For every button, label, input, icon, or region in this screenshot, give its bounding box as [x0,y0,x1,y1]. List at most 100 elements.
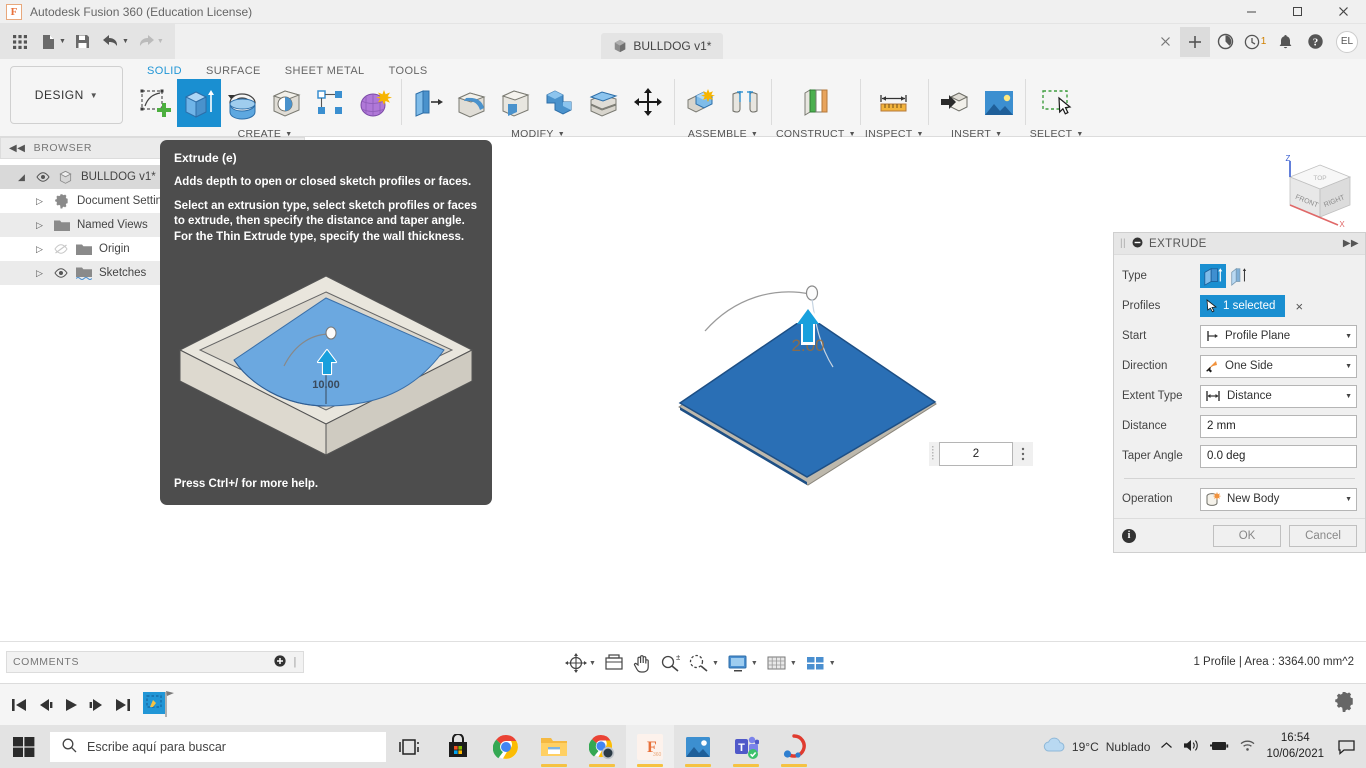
revolve-tool[interactable] [221,79,265,127]
redo-caret-icon[interactable]: ▼ [157,38,164,45]
expand-arrow-icon[interactable]: ▷ [36,244,48,255]
chevron-down-icon[interactable]: ▼ [790,660,797,667]
microsoft-teams-icon[interactable]: T [722,725,770,768]
tab-tools[interactable]: TOOLS [379,59,442,81]
minus-circle-icon[interactable] [1132,237,1143,251]
tab-solid[interactable]: SOLID [137,59,196,81]
google-chrome-icon[interactable] [482,725,530,768]
pan-hand-icon[interactable] [632,652,652,674]
display-settings-icon[interactable]: ▼ [727,652,758,674]
extensions-icon[interactable] [1210,27,1240,57]
chevron-up-icon[interactable] [1160,739,1173,755]
measure-tool[interactable] [872,79,916,127]
start-dropdown[interactable]: Profile Plane ▼ [1200,324,1357,348]
expand-arrow-icon[interactable]: ◢ [18,172,30,183]
distance-input[interactable]: 2 mm [1200,414,1357,438]
press-pull-tool[interactable] [406,79,450,127]
app-grid-icon[interactable] [6,28,34,56]
visibility-eye-icon[interactable] [54,268,70,278]
distance-manipulator-input[interactable] [939,442,1013,466]
play-icon[interactable] [58,692,84,718]
viewports-icon[interactable]: ▼ [805,652,836,674]
visibility-off-eye-icon[interactable] [54,244,70,254]
insert-derive-tool[interactable] [933,79,977,127]
type-option-solid-extrude[interactable] [1200,264,1226,288]
redo-icon[interactable] [132,28,160,56]
expand-arrow-icon[interactable]: ▷ [36,268,48,279]
volume-icon[interactable] [1183,738,1200,756]
rectangular-pattern-tool[interactable] [309,79,353,127]
fusion-360-icon[interactable]: F 360 [626,725,674,768]
chevron-down-icon[interactable]: ▼ [751,660,758,667]
microsoft-store-icon[interactable] [434,725,482,768]
clear-profiles-icon[interactable]: × [1295,299,1303,314]
input-drag-grip[interactable] [929,442,939,466]
tab-sheet-metal[interactable]: SHEET METAL [275,59,379,81]
info-icon[interactable]: i [1122,528,1136,543]
taskbar-clock[interactable]: 16:54 10/06/2021 [1266,731,1324,762]
action-center-icon[interactable] [1334,739,1360,755]
chevron-down-icon[interactable]: ▼ [589,660,596,667]
new-document-caret-icon[interactable]: ▼ [59,38,66,45]
windows-start-icon[interactable] [0,725,48,768]
dialog-drag-grip[interactable]: || [1120,238,1126,249]
battery-icon[interactable] [1210,739,1229,755]
joint-tool[interactable] [723,79,767,127]
document-tab-bulldog[interactable]: BULLDOG v1* [601,33,724,59]
expand-right-icon[interactable]: ▶▶ [1343,238,1359,249]
chevron-down-icon[interactable]: ▼ [712,660,719,667]
photos-icon[interactable] [674,725,722,768]
zoom-icon[interactable]: ± [660,652,680,674]
offset-plane-tool[interactable] [794,79,838,127]
distance-manipulator-input-group[interactable] [929,442,1033,466]
close-button[interactable] [1320,0,1366,24]
combine-tool[interactable] [538,79,582,127]
undo-icon[interactable] [97,28,125,56]
wifi-icon[interactable] [1239,738,1256,755]
ok-button[interactable]: OK [1213,524,1281,547]
collapse-left-icon[interactable]: ◀◀ [9,143,26,154]
comments-resize-grip[interactable]: | [294,656,297,668]
shell-tool[interactable] [494,79,538,127]
profiles-selection-button[interactable]: 1 selected [1200,295,1286,317]
fillet-tool[interactable] [450,79,494,127]
operation-dropdown[interactable]: New Body ▼ [1200,487,1357,511]
cancel-button[interactable]: Cancel [1289,524,1357,547]
go-to-beginning-icon[interactable] [6,692,32,718]
type-option-thin-extrude[interactable] [1226,264,1252,288]
expand-arrow-icon[interactable]: ▷ [36,220,48,231]
visibility-eye-icon[interactable] [36,172,52,182]
comments-panel[interactable]: COMMENTS | [6,651,304,673]
job-status-icon[interactable]: 1 [1240,27,1270,57]
timeline-settings-gear-icon[interactable] [1334,692,1354,717]
taper-angle-input[interactable]: 0.0 deg [1200,444,1357,468]
new-component-tool[interactable] [679,79,723,127]
weather-widget[interactable]: 19°C Nublado [1043,737,1150,756]
step-back-icon[interactable] [32,692,58,718]
taskbar-search-box[interactable]: Escribe aquí para buscar [50,731,386,762]
tab-surface[interactable]: SURFACE [196,59,275,81]
notifications-bell-icon[interactable] [1270,27,1300,57]
extent-type-dropdown[interactable]: Distance ▼ [1200,384,1357,408]
maximize-button[interactable] [1274,0,1320,24]
help-icon[interactable]: ? [1300,27,1330,57]
chrome-window-icon[interactable] [578,725,626,768]
select-tool[interactable] [1035,79,1079,127]
file-explorer-icon[interactable] [530,725,578,768]
task-view-icon[interactable] [386,725,434,768]
grid-snaps-icon[interactable]: ▼ [766,652,797,674]
hole-tool[interactable] [265,79,309,127]
canvas-tool[interactable] [977,79,1021,127]
timeline-feature-sketch1[interactable] [142,685,176,724]
user-avatar[interactable]: EL [1336,30,1358,53]
input-options-icon[interactable] [1013,442,1033,466]
move-copy-tool[interactable] [626,79,670,127]
step-forward-icon[interactable] [84,692,110,718]
look-at-icon[interactable] [604,652,624,674]
save-icon[interactable] [69,28,97,56]
create-form-tool[interactable] [353,79,397,127]
direction-dropdown[interactable]: One Side ▼ [1200,354,1357,378]
minimize-button[interactable] [1228,0,1274,24]
add-comment-icon[interactable] [273,654,286,670]
go-to-end-icon[interactable] [110,692,136,718]
